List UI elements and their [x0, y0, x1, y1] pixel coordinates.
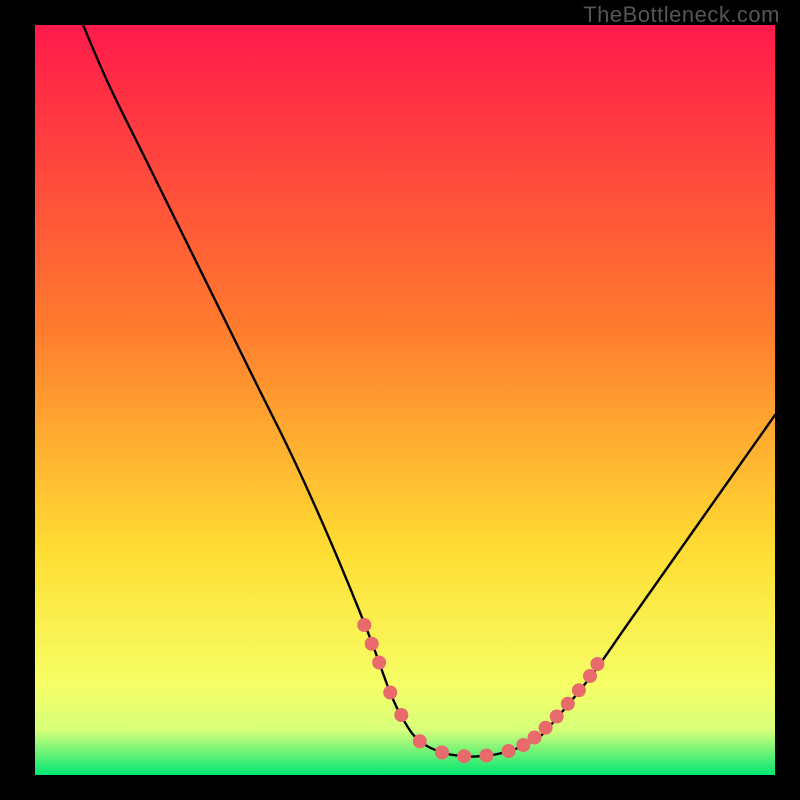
highlight-marker [550, 710, 564, 724]
highlight-marker [479, 749, 493, 763]
highlight-marker [394, 708, 408, 722]
highlight-marker [561, 697, 575, 711]
highlight-marker [528, 731, 542, 745]
plot-area [35, 25, 775, 775]
chart-svg [35, 25, 775, 775]
chart-stage: TheBottleneck.com [0, 0, 800, 800]
highlight-marker [383, 686, 397, 700]
highlight-marker [583, 669, 597, 683]
highlight-marker [413, 734, 427, 748]
highlight-marker [435, 746, 449, 760]
highlight-marker [502, 744, 516, 758]
gradient-background [35, 25, 775, 775]
highlight-marker [372, 656, 386, 670]
highlight-marker [590, 657, 604, 671]
highlight-marker [539, 721, 553, 735]
highlight-marker [365, 637, 379, 651]
highlight-marker [572, 683, 586, 697]
highlight-marker [357, 618, 371, 632]
watermark-text: TheBottleneck.com [583, 2, 780, 28]
highlight-marker [457, 749, 471, 763]
